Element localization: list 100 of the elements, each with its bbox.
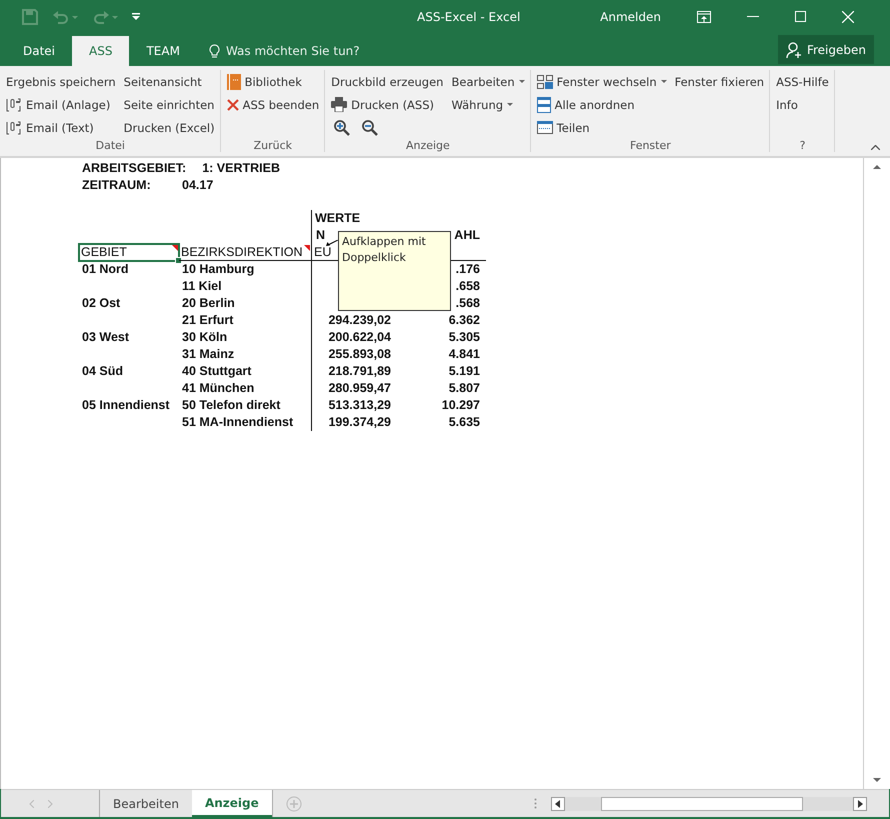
- table-cell: 04.17: [182, 178, 214, 192]
- table-cell-text: .568: [454, 295, 481, 312]
- table-cell-text: 04 Süd: [81, 363, 124, 380]
- scroll-left-icon[interactable]: [551, 796, 565, 810]
- maximize-icon[interactable]: [795, 11, 806, 22]
- table-cell: 199.374,29: [311, 414, 397, 431]
- table-cell-text: 5.807: [448, 380, 481, 397]
- customize-icon[interactable]: [132, 12, 140, 20]
- comment-tooltip: Aufklappen mit Doppelklick: [338, 231, 451, 311]
- group-label: Datei: [94, 139, 126, 152]
- zoom-out-icon[interactable]: [362, 120, 378, 136]
- table-cell-text: .176: [454, 261, 481, 278]
- table-cell: AHL: [454, 228, 480, 242]
- table-cell-text: 03 West: [81, 329, 130, 346]
- table-cell: 513.313,29: [311, 397, 397, 414]
- ribbon-tab[interactable]: Datei: [6, 36, 72, 66]
- table-cell: WERTE: [311, 210, 397, 227]
- ribbon-button[interactable]: Fenster fixieren: [672, 70, 766, 93]
- ribbon-button[interactable]: Teilen: [534, 116, 669, 139]
- sheet-tab[interactable]: Bearbeiten: [100, 790, 192, 817]
- table-cell-text: 02 Ost: [81, 295, 122, 312]
- table-cell-text: 20 Berlin: [181, 295, 236, 312]
- scroll-right-icon[interactable]: [853, 796, 867, 810]
- table-cell-text: 5.635: [448, 414, 481, 431]
- table-cell-text: 31 Mainz: [181, 346, 236, 363]
- minimize-icon[interactable]: [747, 16, 759, 18]
- tell-me-field[interactable]: Was möchten Sie tun?: [208, 36, 360, 66]
- caret-icon: [518, 80, 525, 84]
- table-cell-text: 01 Nord: [81, 261, 130, 278]
- table-cell: 218.791,89: [311, 363, 397, 380]
- collapse-ribbon-icon[interactable]: [871, 145, 880, 150]
- scroll-thumb[interactable]: [601, 796, 803, 810]
- table-header-cell[interactable]: GEBIET: [79, 244, 179, 261]
- close-icon: [226, 98, 239, 110]
- ribbon-button[interactable]: Druckbild erzeugen: [329, 70, 446, 93]
- table-cell-text: 4.841: [448, 346, 481, 363]
- share-button[interactable]: Freigeben: [778, 35, 874, 64]
- sheet-tab[interactable]: Anzeige: [192, 790, 272, 817]
- group-label: Fenster: [628, 139, 672, 152]
- person-add-icon: [786, 42, 802, 58]
- close-icon[interactable]: [842, 10, 854, 22]
- table-cell: 255.893,08: [311, 346, 397, 363]
- ribbon-button[interactable]: Seite einrichten: [122, 93, 217, 116]
- group-label: Zurück: [252, 139, 294, 152]
- table-cell-text: 21 Erfurt: [181, 312, 234, 329]
- ribbon-button[interactable]: Email (Anlage): [4, 93, 118, 116]
- ribbon-button[interactable]: ASS beenden: [224, 93, 322, 116]
- pointer-arrow: [326, 240, 338, 246]
- table-cell-text: .658: [454, 278, 481, 295]
- table-cell-text: 10 Hamburg: [181, 261, 256, 278]
- window-title: ASS-Excel - Excel: [416, 10, 522, 24]
- table-cell-text: 50 Telefon direkt: [181, 397, 282, 414]
- caret-icon: [660, 80, 667, 84]
- ribbon-display-icon[interactable]: [697, 10, 711, 22]
- sign-in-link[interactable]: Anmelden: [600, 10, 661, 24]
- paperclip-icon: [6, 98, 22, 112]
- table-cell: 200.622,04: [311, 329, 397, 346]
- windows-icon: [536, 74, 553, 88]
- scroll-up-icon[interactable]: [873, 164, 881, 169]
- group-label: Anzeige: [404, 139, 451, 152]
- split-icon: [536, 121, 553, 134]
- table-cell-text: ZEITRAUM:: [82, 178, 152, 192]
- table-cell-text: 10.297: [440, 397, 481, 414]
- paperclip-icon: [6, 120, 22, 134]
- table-cell-text: 6.362: [448, 312, 481, 329]
- table-cell: 1: VERTRIEB: [202, 160, 280, 174]
- arrange-icon: [536, 96, 551, 112]
- table-cell-text: 41 München: [181, 380, 256, 397]
- ribbon-button[interactable]: Drucken (ASS): [329, 93, 446, 116]
- table-cell-text: 40 Stuttgart: [181, 363, 252, 380]
- ribbon-button[interactable]: Drucken (Excel): [122, 116, 217, 139]
- table-cell-text: 30 Köln: [181, 329, 228, 346]
- ribbon-button[interactable]: Fenster wechseln: [534, 70, 669, 93]
- lightbulb-icon: [208, 44, 220, 58]
- ribbon-button[interactable]: ASS-Hilfe: [774, 70, 831, 93]
- table-cell: 294.239,02: [311, 312, 397, 329]
- table-cell: 280.959,47: [311, 380, 397, 397]
- comment-marker-icon: [304, 245, 310, 251]
- comment-marker-icon: [172, 245, 178, 251]
- ribbon-button[interactable]: Info: [774, 93, 831, 116]
- book-icon: [226, 74, 241, 90]
- caret-icon: [507, 102, 514, 106]
- table-cell-text: 5.191: [448, 363, 481, 380]
- group-label: ?: [798, 139, 806, 152]
- table-cell-text: 11 Kiel: [181, 278, 223, 295]
- zoom-in-icon[interactable]: [334, 120, 350, 136]
- ribbon-button[interactable]: Währung: [449, 93, 527, 116]
- scroll-down-icon[interactable]: [873, 778, 881, 783]
- ribbon-tab[interactable]: TEAM: [129, 36, 197, 66]
- table-cell-text: ARBEITSGEBIET:: [82, 160, 188, 174]
- printer-icon: [331, 97, 348, 112]
- ribbon-tab[interactable]: ASS: [72, 36, 130, 66]
- ribbon-button[interactable]: Bibliothek: [224, 70, 322, 93]
- ribbon-button[interactable]: Seitenansicht: [122, 70, 217, 93]
- table-cell-text: 5.305: [448, 329, 481, 346]
- ribbon-button[interactable]: Bearbeiten: [449, 70, 527, 93]
- table-header-cell[interactable]: BEZIRKSDIREKTION: [179, 244, 311, 261]
- ribbon-button[interactable]: Ergebnis speichern: [4, 70, 118, 93]
- ribbon-button[interactable]: Email (Text): [4, 116, 118, 139]
- ribbon-button[interactable]: Alle anordnen: [534, 93, 669, 116]
